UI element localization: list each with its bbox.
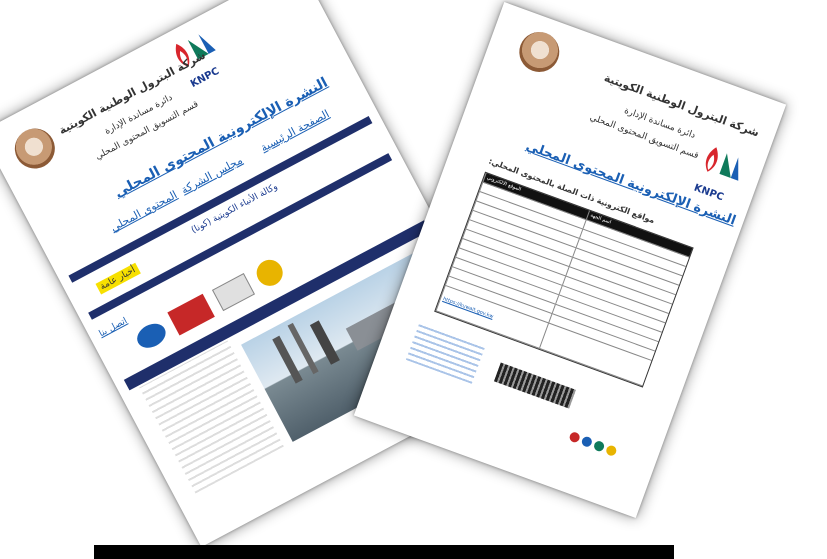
company-seal-logo <box>7 121 62 176</box>
footer-links-block <box>405 322 486 384</box>
bulletin-title: النشرة الإلكترونية المحتوى المحلي <box>111 74 331 202</box>
partner-logo <box>252 255 288 291</box>
footer-stamp <box>493 362 576 409</box>
contact-link[interactable]: اتصل بنا <box>98 316 130 339</box>
partner-logo <box>132 319 170 353</box>
company-seal-logo <box>513 26 565 78</box>
bottom-black-bar <box>94 545 674 559</box>
footer-social-icons <box>566 430 637 470</box>
partner-logo <box>211 273 256 312</box>
bulletin-page-right: شركة البترول الوطنية الكويتية دائرة مسان… <box>353 1 787 519</box>
partner-logo <box>167 293 215 336</box>
